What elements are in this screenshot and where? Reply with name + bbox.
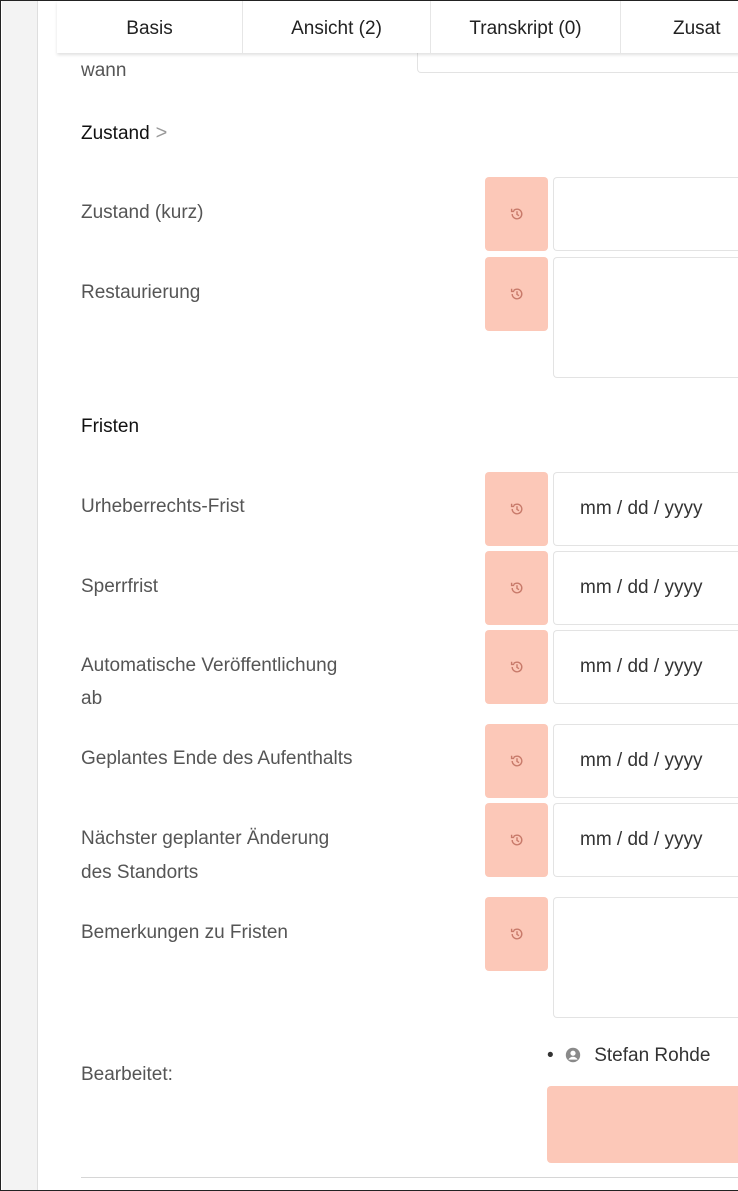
history-icon [510, 834, 522, 846]
label-auto-veroeffentlichung-line1: Automatische Veröffentlichung [81, 655, 338, 676]
label-naechste-aenderung-line2: des Standorts [81, 862, 199, 883]
page-frame: Basis Ansicht (2) Transkript (0) Zusat w… [0, 0, 738, 1191]
tab-zusatz[interactable]: Zusat [621, 1, 738, 53]
sperrfrist-date-input[interactable]: mm / dd / yyyy [553, 551, 738, 625]
history-button-zustand-kurz[interactable] [485, 177, 548, 251]
history-icon [510, 503, 522, 515]
label-urheberrechts-frist: Urheberrechts-Frist [81, 496, 245, 517]
history-button-naechste-aenderung[interactable] [485, 803, 548, 877]
restaurierung-textarea[interactable] [553, 257, 738, 378]
label-bearbeitet: Bearbeitet: [81, 1064, 173, 1085]
history-button-auto-veroeffentlichung[interactable] [485, 630, 548, 704]
tab-basis[interactable]: Basis [57, 1, 243, 53]
auto-veroeffentlichung-date-input[interactable]: mm / dd / yyyy [553, 630, 738, 704]
bemerkungen-textarea[interactable] [553, 897, 738, 1018]
partial-label-wann: wann [81, 60, 127, 81]
history-button-bemerkungen[interactable] [485, 897, 548, 971]
section-zustand-title: Zustand [81, 123, 150, 144]
section-fristen: Fristen [81, 416, 140, 437]
tab-transkript[interactable]: Transkript (0) [431, 1, 621, 53]
history-icon [510, 755, 522, 767]
tab-ansicht[interactable]: Ansicht (2) [243, 1, 431, 53]
tab-bar: Basis Ansicht (2) Transkript (0) Zusat [57, 1, 738, 53]
chevron-right-icon: > [155, 122, 168, 144]
label-zustand-kurz: Zustand (kurz) [81, 202, 204, 223]
history-icon [510, 661, 522, 673]
history-button-sperrfrist[interactable] [485, 551, 548, 625]
bullet: • [547, 1045, 554, 1066]
left-gutter [2, 1, 38, 1190]
label-geplantes-ende: Geplantes Ende des Aufenthalts [81, 748, 353, 769]
editor-username[interactable]: Stefan Rohde [594, 1045, 710, 1066]
save-button[interactable] [547, 1086, 738, 1163]
editor-entry: • Stefan Rohde [547, 1045, 710, 1067]
label-bemerkungen-fristen: Bemerkungen zu Fristen [81, 922, 288, 943]
history-button-urheberrechts-frist[interactable] [485, 472, 548, 546]
section-zustand[interactable]: Zustand > [81, 119, 167, 148]
history-icon [510, 582, 522, 594]
user-circle-icon [565, 1047, 581, 1063]
label-sperrfrist: Sperrfrist [81, 576, 159, 597]
label-auto-veroeffentlichung-line2: ab [81, 688, 103, 709]
label-restaurierung: Restaurierung [81, 282, 201, 303]
label-naechste-aenderung-line1: Nächster geplanter Änderung [81, 828, 330, 849]
history-icon [510, 288, 522, 300]
geplantes-ende-date-input[interactable]: mm / dd / yyyy [553, 724, 738, 798]
urheberrechts-frist-date-input[interactable]: mm / dd / yyyy [553, 472, 738, 546]
history-icon [510, 208, 522, 220]
history-icon [510, 928, 522, 940]
history-button-geplantes-ende[interactable] [485, 724, 548, 798]
bottom-divider [81, 1177, 738, 1178]
form-content: Basis Ansicht (2) Transkript (0) Zusat w… [53, 1, 738, 1190]
naechste-aenderung-date-input[interactable]: mm / dd / yyyy [553, 803, 738, 877]
history-button-restaurierung[interactable] [485, 257, 548, 331]
zustand-kurz-input[interactable] [553, 177, 738, 251]
